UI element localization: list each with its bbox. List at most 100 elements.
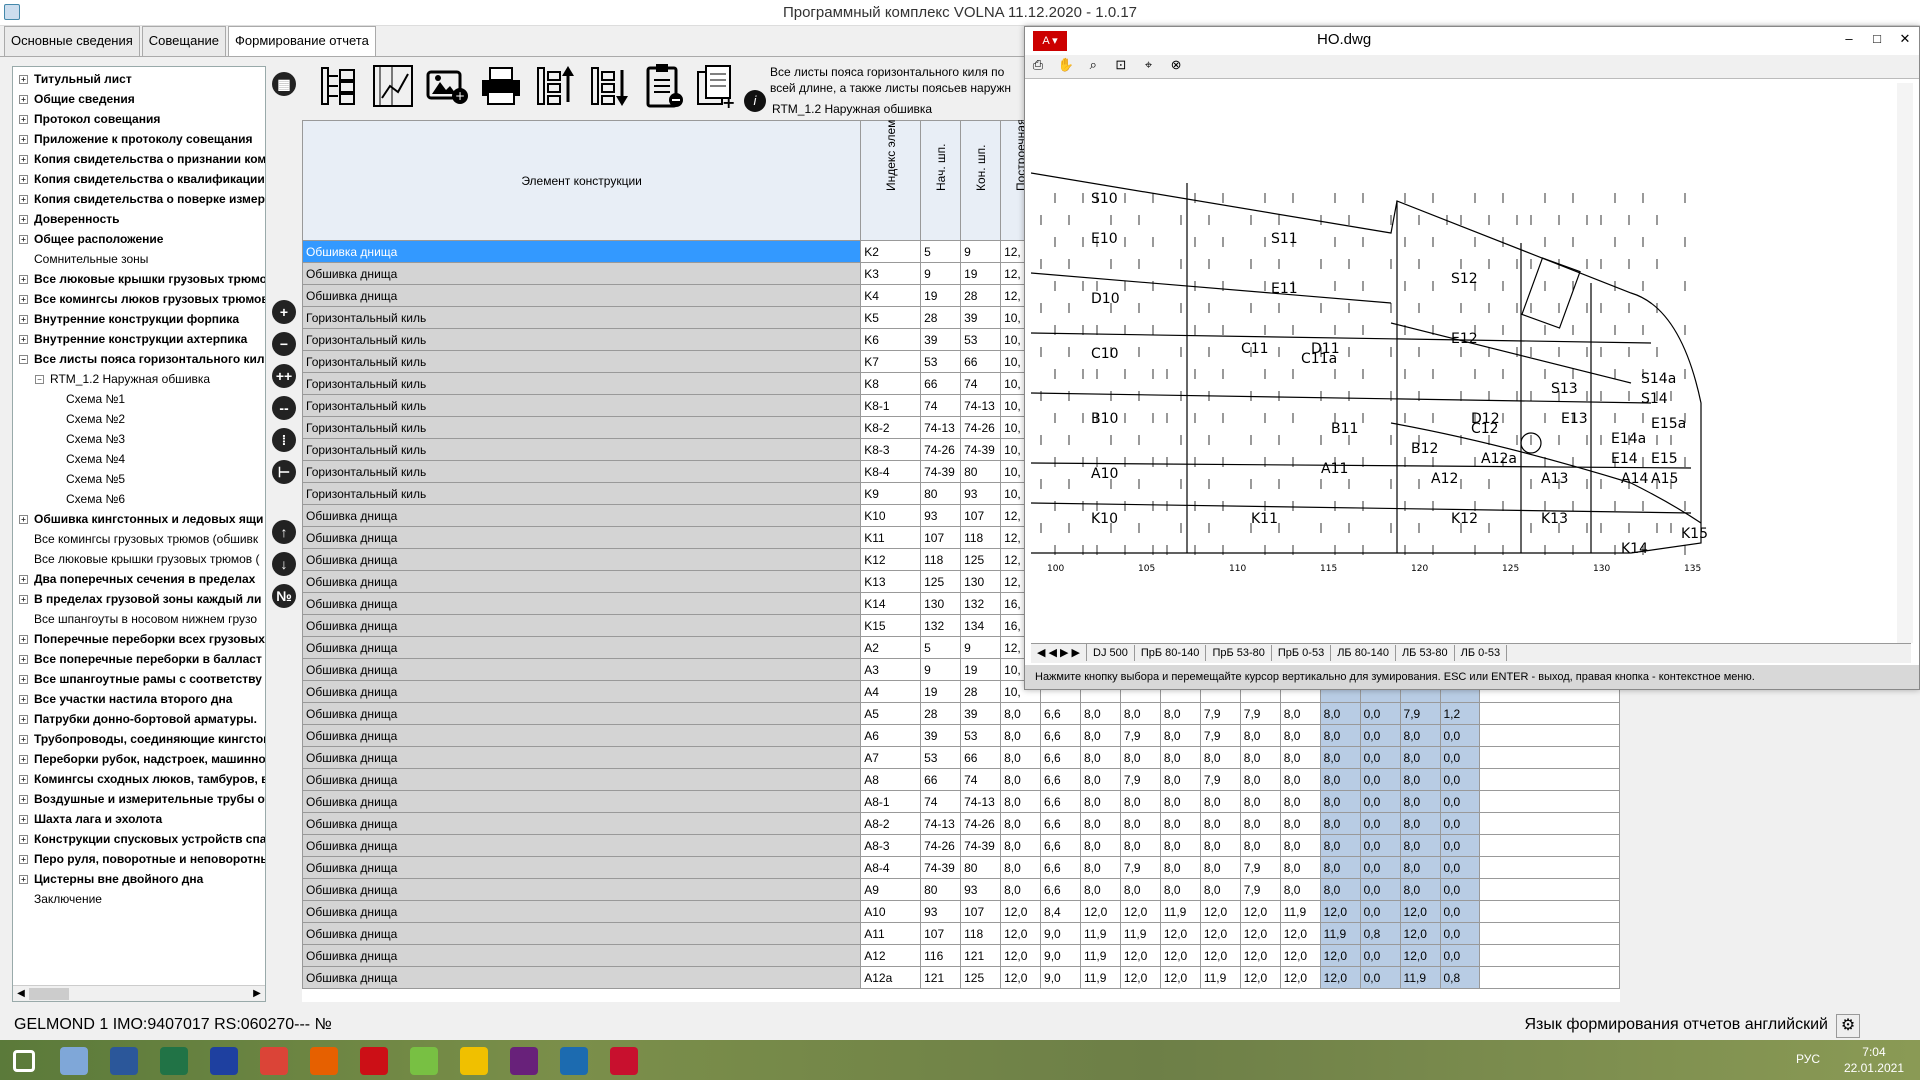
- table-cell[interactable]: 11,9: [1399, 966, 1441, 989]
- table-cell[interactable]: A7: [860, 746, 922, 769]
- table-cell[interactable]: 8,0: [1159, 856, 1201, 879]
- expand-icon[interactable]: +: [19, 675, 28, 685]
- dwg-minimize-button[interactable]: –: [1835, 27, 1863, 51]
- tree-item[interactable]: + Два поперечных сечения в пределах: [19, 569, 255, 589]
- table-cell[interactable]: 12,0: [1199, 944, 1241, 967]
- table-cell[interactable]: 19: [920, 284, 962, 307]
- table-cell[interactable]: 107: [960, 504, 1002, 527]
- table-row[interactable]: Обшивка днища A12 116 121 12,0 9,0 11,9 12,0 12,…: [302, 944, 1620, 967]
- split-button[interactable]: ⁞: [272, 428, 296, 452]
- table-cell[interactable]: 12,0: [1319, 944, 1361, 967]
- tree-item[interactable]: Схема №4: [51, 449, 125, 469]
- table-cell[interactable]: 12,0: [1319, 900, 1361, 923]
- layout-tab[interactable]: ПрБ 0-53: [1272, 645, 1332, 661]
- tree-item[interactable]: Все шпангоуты в носовом нижнем грузо: [19, 609, 257, 629]
- dwg-close-button[interactable]: ✕: [1891, 27, 1919, 51]
- table-cell[interactable]: 8,0: [1159, 724, 1201, 747]
- table-cell[interactable]: 8,0: [1119, 812, 1161, 835]
- table-cell[interactable]: 74-39: [960, 834, 1002, 857]
- table-cell[interactable]: [1479, 900, 1620, 923]
- table-cell[interactable]: 8,0: [1239, 746, 1281, 769]
- table-cell[interactable]: K8-4: [860, 460, 922, 483]
- table-cell[interactable]: 9,0: [1040, 922, 1081, 945]
- table-cell[interactable]: Обшивка днища: [302, 614, 862, 637]
- table-cell[interactable]: Обшивка днища: [302, 856, 862, 879]
- table-cell[interactable]: 8,0: [1319, 834, 1361, 857]
- table-cell[interactable]: 0,0: [1439, 900, 1481, 923]
- close-drawing-icon[interactable]: ⊗: [1165, 55, 1187, 75]
- table-cell[interactable]: 11,9: [1079, 922, 1121, 945]
- table-cell[interactable]: 8,0: [1319, 812, 1361, 835]
- table-cell[interactable]: 8,0: [1199, 812, 1241, 835]
- table-cell[interactable]: Обшивка днища: [302, 834, 862, 857]
- expand-icon[interactable]: +: [19, 195, 28, 205]
- table-cell[interactable]: 6,6: [1040, 768, 1081, 791]
- table-row[interactable]: Обшивка днища A10 93 107 12,0 8,4 12,0 12,0 11,9…: [302, 900, 1620, 923]
- windows-start-taskbar-button[interactable]: [0, 1044, 48, 1078]
- table-cell[interactable]: A3: [860, 658, 922, 681]
- table-cell[interactable]: 12,0: [1159, 966, 1201, 989]
- visual-studio-taskbar-button[interactable]: [500, 1044, 548, 1078]
- expand-icon[interactable]: +: [19, 795, 28, 805]
- table-cell[interactable]: 12,0: [1000, 966, 1042, 989]
- table-cell[interactable]: 8,0: [1159, 834, 1201, 857]
- expand-icon[interactable]: +: [19, 335, 28, 345]
- table-cell[interactable]: 11,9: [1199, 966, 1241, 989]
- table-cell[interactable]: 8,0: [1319, 702, 1361, 725]
- table-cell[interactable]: 8,0: [1119, 878, 1161, 901]
- table-cell[interactable]: K8-1: [860, 394, 922, 417]
- scroll-left-icon[interactable]: ◀: [13, 986, 29, 1001]
- table-cell[interactable]: 8,0: [1159, 812, 1201, 835]
- table-cell[interactable]: 12,0: [1000, 900, 1042, 923]
- table-cell[interactable]: 74-13: [960, 790, 1002, 813]
- clipboard-add-button[interactable]: +: [694, 62, 744, 114]
- table-cell[interactable]: K5: [860, 306, 922, 329]
- table-cell[interactable]: 0,0: [1439, 944, 1481, 967]
- table-cell[interactable]: K9: [860, 482, 922, 505]
- table-cell[interactable]: 8,0: [1319, 790, 1361, 813]
- table-cell[interactable]: 0,8: [1359, 922, 1401, 945]
- table-cell[interactable]: K4: [860, 284, 922, 307]
- table-cell[interactable]: 12,0: [1239, 900, 1281, 923]
- table-cell[interactable]: 12,0: [1239, 922, 1281, 945]
- table-cell[interactable]: 8,0: [1399, 878, 1441, 901]
- table-cell[interactable]: 8,0: [1199, 856, 1241, 879]
- expand-icon[interactable]: +: [19, 715, 28, 725]
- table-cell[interactable]: 8,0: [1079, 724, 1121, 747]
- table-cell[interactable]: K8-2: [860, 416, 922, 439]
- table-cell[interactable]: 0,0: [1439, 790, 1481, 813]
- table-cell[interactable]: Обшивка днища: [302, 262, 862, 285]
- table-cell[interactable]: 107: [920, 922, 962, 945]
- table-cell[interactable]: A11: [860, 922, 922, 945]
- table-cell[interactable]: K15: [860, 614, 922, 637]
- table-cell[interactable]: K3: [860, 262, 922, 285]
- tree-item[interactable]: Все люковые крышки грузовых трюмов (: [19, 549, 260, 569]
- table-cell[interactable]: 0,0: [1359, 834, 1401, 857]
- layout-tab[interactable]: ПрБ 53-80: [1206, 645, 1272, 661]
- table-cell[interactable]: A6: [860, 724, 922, 747]
- table-cell[interactable]: 7,9: [1239, 702, 1281, 725]
- expand-icon[interactable]: +: [19, 155, 28, 165]
- table-cell[interactable]: [1479, 812, 1620, 835]
- tree-item[interactable]: + Поперечные переборки всех грузовых: [19, 629, 265, 649]
- table-cell[interactable]: Обшивка днища: [302, 966, 862, 989]
- table-cell[interactable]: 12,0: [1399, 900, 1441, 923]
- expand-icon[interactable]: +: [19, 295, 28, 305]
- table-cell[interactable]: Обшивка днища: [302, 878, 862, 901]
- table-cell[interactable]: A8-3: [860, 834, 922, 857]
- tree-item[interactable]: + Внутренние конструкции ахтерпика: [19, 329, 247, 349]
- table-cell[interactable]: 6,6: [1040, 834, 1081, 857]
- collapse-icon[interactable]: −: [19, 355, 28, 365]
- table-cell[interactable]: [1479, 790, 1620, 813]
- table-cell[interactable]: 12,0: [1119, 900, 1161, 923]
- table-cell[interactable]: 5: [920, 240, 962, 263]
- expand-icon[interactable]: +: [19, 235, 28, 245]
- table-cell[interactable]: 0,0: [1439, 724, 1481, 747]
- table-cell[interactable]: [1479, 966, 1620, 989]
- scroll-thumb[interactable]: [29, 988, 69, 1000]
- table-cell[interactable]: 11,9: [1159, 900, 1201, 923]
- clipboard-remove-button[interactable]: [640, 62, 690, 114]
- table-cell[interactable]: 66: [920, 768, 962, 791]
- archicad-taskbar-button[interactable]: [450, 1044, 498, 1078]
- tree-item[interactable]: + Конструкции спусковых устройств спас: [19, 829, 265, 849]
